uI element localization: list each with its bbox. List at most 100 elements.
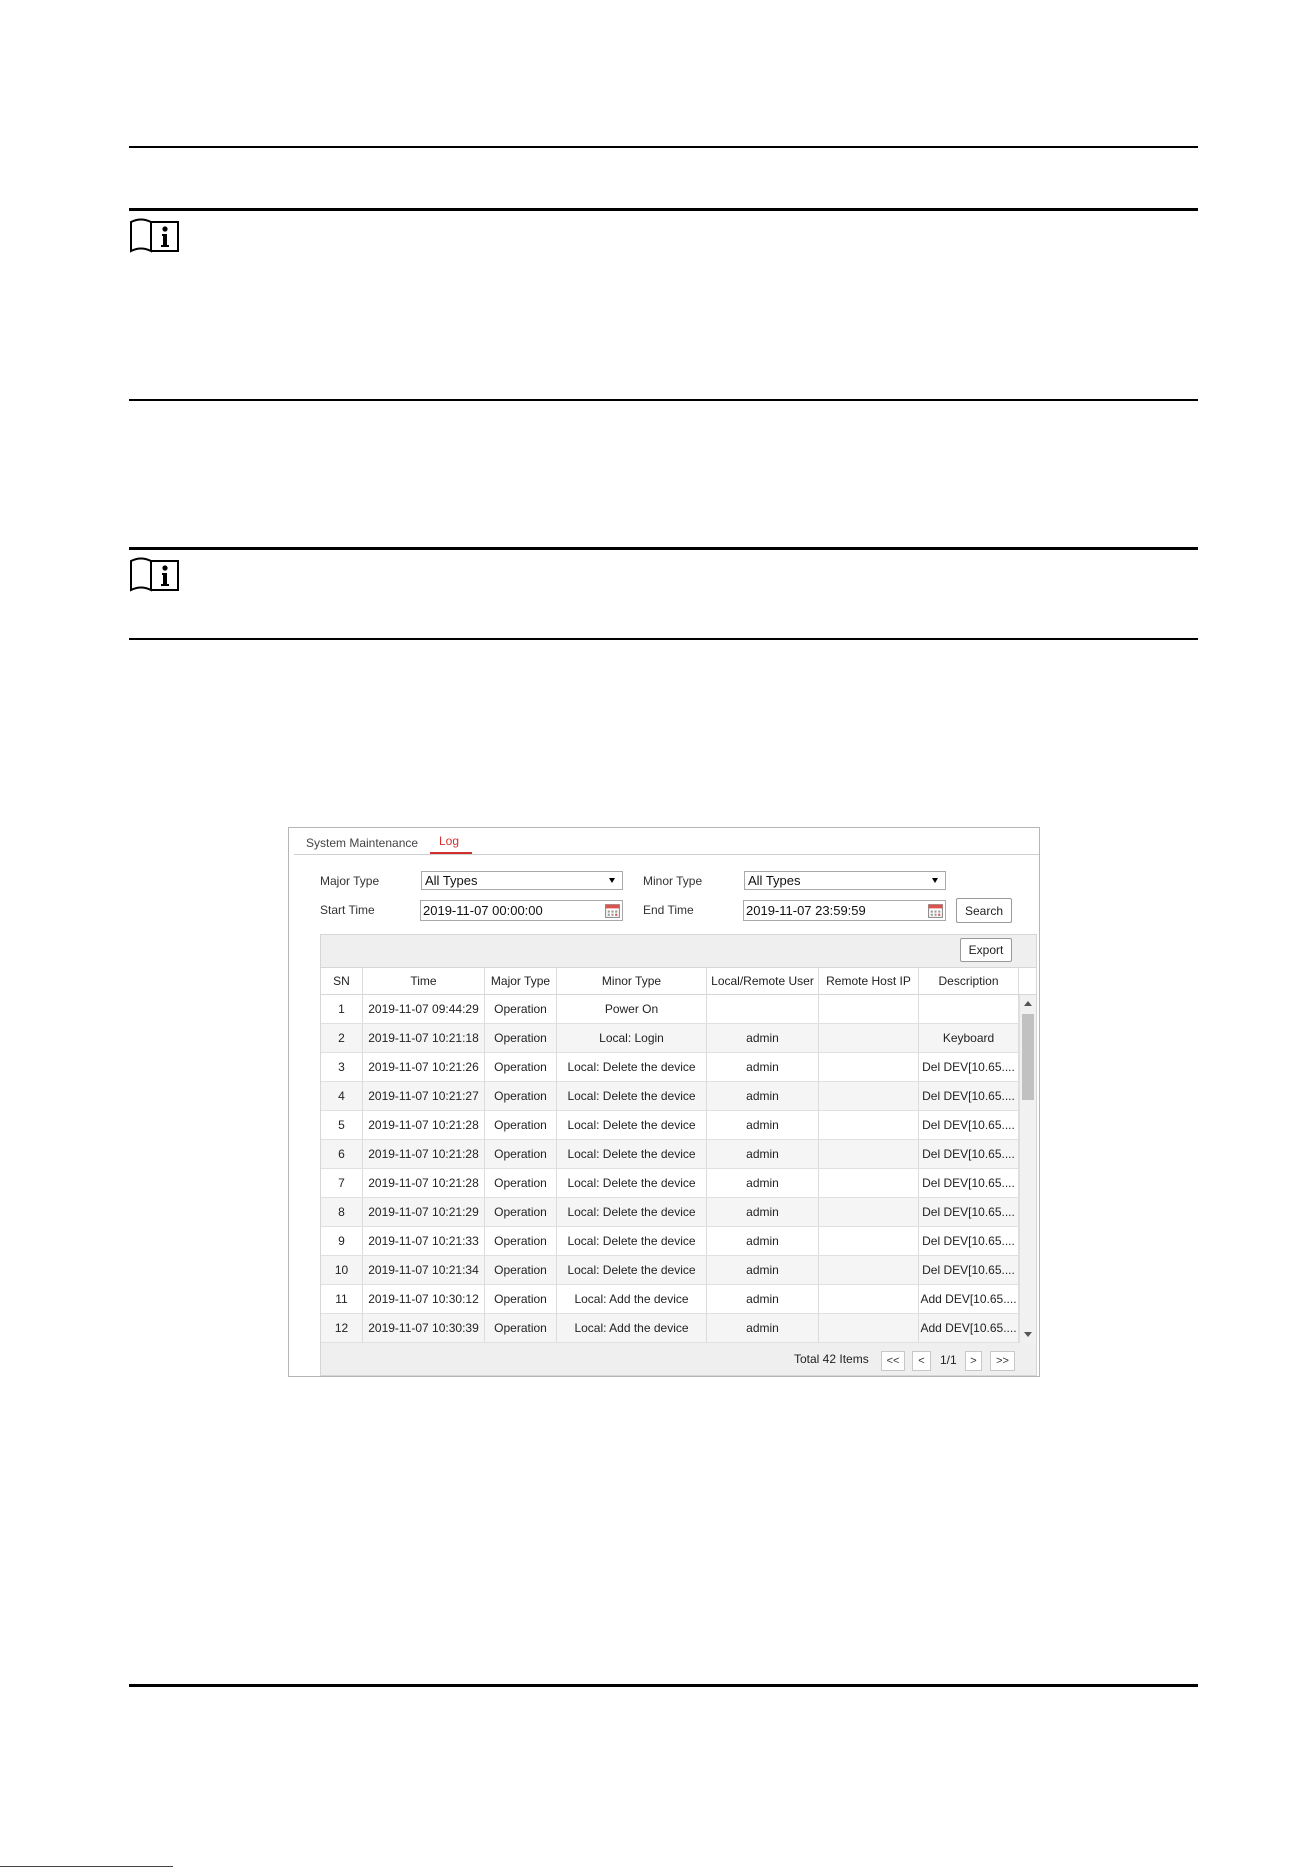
note-bottom-rule [129,399,1198,401]
table-row[interactable]: 10 2019-11-07 10:21:34 Operation Local: Del… [321,1256,1019,1285]
next-page-button[interactable]: > [965,1351,982,1371]
cell-minor: Power On [557,995,707,1023]
calendar-icon[interactable] [604,902,621,919]
note-icon [130,218,179,253]
cell-ip [819,1314,919,1342]
cell-ip [819,1227,919,1255]
cell-major: Operation [485,1024,557,1052]
cell-desc: Del DEV[10.65.... [919,1111,1019,1139]
pagination-bar: Total 42 Items << < 1/1 > >> [321,1343,1036,1375]
cell-user: admin [707,1111,819,1139]
table-row[interactable]: 12 2019-11-07 10:30:39 Operation Local: Add… [321,1314,1019,1343]
page-indicator: 1/1 [940,1353,957,1367]
table-row[interactable]: 3 2019-11-07 10:21:26 Operation Local: Dele… [321,1053,1019,1082]
cell-minor: Local: Delete the device [557,1111,707,1139]
scroll-up-icon[interactable] [1024,1001,1032,1006]
cell-sn: 6 [321,1140,363,1168]
cell-desc: Del DEV[10.65.... [919,1082,1019,1110]
table-row[interactable]: 11 2019-11-07 10:30:12 Operation Local: Add… [321,1285,1019,1314]
column-header-minor-type[interactable]: Minor Type [557,968,707,994]
column-header-sn[interactable]: SN [321,968,363,994]
horizontal-rule [129,146,1198,148]
dropdown-arrow-icon [932,878,938,883]
search-button[interactable]: Search [956,898,1012,923]
cell-major: Operation [485,1111,557,1139]
last-page-button[interactable]: >> [990,1351,1015,1371]
major-type-select[interactable]: All Types [421,871,623,890]
cell-major: Operation [485,1140,557,1168]
active-tab-indicator [430,852,472,854]
minor-type-label: Minor Type [643,874,703,888]
cell-time: 2019-11-07 10:30:12 [363,1285,485,1313]
cell-user: admin [707,1024,819,1052]
vertical-scrollbar[interactable] [1019,995,1036,1343]
table-row[interactable]: 4 2019-11-07 10:21:27 Operation Local: Dele… [321,1082,1019,1111]
cell-desc: Add DEV[10.65.... [919,1314,1019,1342]
major-type-label: Major Type [320,874,380,888]
minor-type-select[interactable]: All Types [744,871,946,890]
table-row[interactable]: 8 2019-11-07 10:21:29 Operation Local: Dele… [321,1198,1019,1227]
column-header-remote-host-ip[interactable]: Remote Host IP [819,968,919,994]
cell-sn: 9 [321,1227,363,1255]
cell-ip [819,1082,919,1110]
log-panel: System Maintenance Log Major Type All Ty… [288,827,1040,1377]
cell-user: admin [707,1169,819,1197]
calendar-icon[interactable] [927,902,944,919]
table-row[interactable]: 7 2019-11-07 10:21:28 Operation Local: Dele… [321,1169,1019,1198]
table-row[interactable]: 6 2019-11-07 10:21:28 Operation Local: Dele… [321,1140,1019,1169]
table-body: 1 2019-11-07 09:44:29 Operation Power On 2 20… [321,995,1036,1343]
cell-time: 2019-11-07 10:21:34 [363,1256,485,1284]
cell-minor: Local: Add the device [557,1314,707,1342]
cell-sn: 2 [321,1024,363,1052]
cell-major: Operation [485,995,557,1023]
cell-desc: Del DEV[10.65.... [919,1053,1019,1081]
cell-user: admin [707,1140,819,1168]
cell-time: 2019-11-07 10:21:18 [363,1024,485,1052]
column-header-user[interactable]: Local/Remote User [707,968,819,994]
cell-desc: Keyboard [919,1024,1019,1052]
table-row[interactable]: 1 2019-11-07 09:44:29 Operation Power On [321,995,1019,1024]
cell-sn: 3 [321,1053,363,1081]
cell-time: 2019-11-07 10:21:28 [363,1169,485,1197]
tab-log[interactable]: Log [439,834,459,848]
start-time-label: Start Time [320,903,375,917]
cell-major: Operation [485,1227,557,1255]
end-time-label: End Time [643,903,694,917]
cell-time: 2019-11-07 10:21:26 [363,1053,485,1081]
table-row[interactable]: 9 2019-11-07 10:21:33 Operation Local: Dele… [321,1227,1019,1256]
previous-page-button[interactable]: < [912,1351,931,1371]
end-time-input[interactable]: 2019-11-07 23:59:59 [743,900,946,921]
end-time-value: 2019-11-07 23:59:59 [746,903,866,918]
cell-ip [819,1256,919,1284]
tab-bar-divider [294,854,1039,855]
note-icon [130,557,179,592]
first-page-button[interactable]: << [881,1351,905,1371]
table-row[interactable]: 2 2019-11-07 10:21:18 Operation Local: Logi… [321,1024,1019,1053]
column-header-time[interactable]: Time [363,968,485,994]
cell-time: 2019-11-07 10:21:33 [363,1227,485,1255]
export-button[interactable]: Export [960,938,1012,962]
start-time-input[interactable]: 2019-11-07 00:00:00 [420,900,623,921]
total-items-text: Total 42 Items [794,1352,869,1366]
cell-time: 2019-11-07 10:21:27 [363,1082,485,1110]
table-row[interactable]: 5 2019-11-07 10:21:28 Operation Local: Dele… [321,1111,1019,1140]
scrollbar-thumb[interactable] [1022,1014,1034,1100]
cell-major: Operation [485,1053,557,1081]
note-top-rule [129,547,1198,550]
note-bottom-rule [129,638,1198,640]
scroll-down-icon[interactable] [1024,1332,1032,1337]
cell-ip [819,1024,919,1052]
cell-user: admin [707,1198,819,1226]
cell-major: Operation [485,1198,557,1226]
cell-user [707,995,819,1023]
cell-desc: Del DEV[10.65.... [919,1140,1019,1168]
page-bottom-line [0,1866,173,1867]
column-header-major-type[interactable]: Major Type [485,968,557,994]
tab-system-maintenance[interactable]: System Maintenance [306,836,418,850]
cell-ip [819,1111,919,1139]
cell-major: Operation [485,1314,557,1342]
cell-time: 2019-11-07 10:21:29 [363,1198,485,1226]
cell-sn: 7 [321,1169,363,1197]
cell-minor: Local: Delete the device [557,1227,707,1255]
column-header-description[interactable]: Description [919,968,1019,994]
